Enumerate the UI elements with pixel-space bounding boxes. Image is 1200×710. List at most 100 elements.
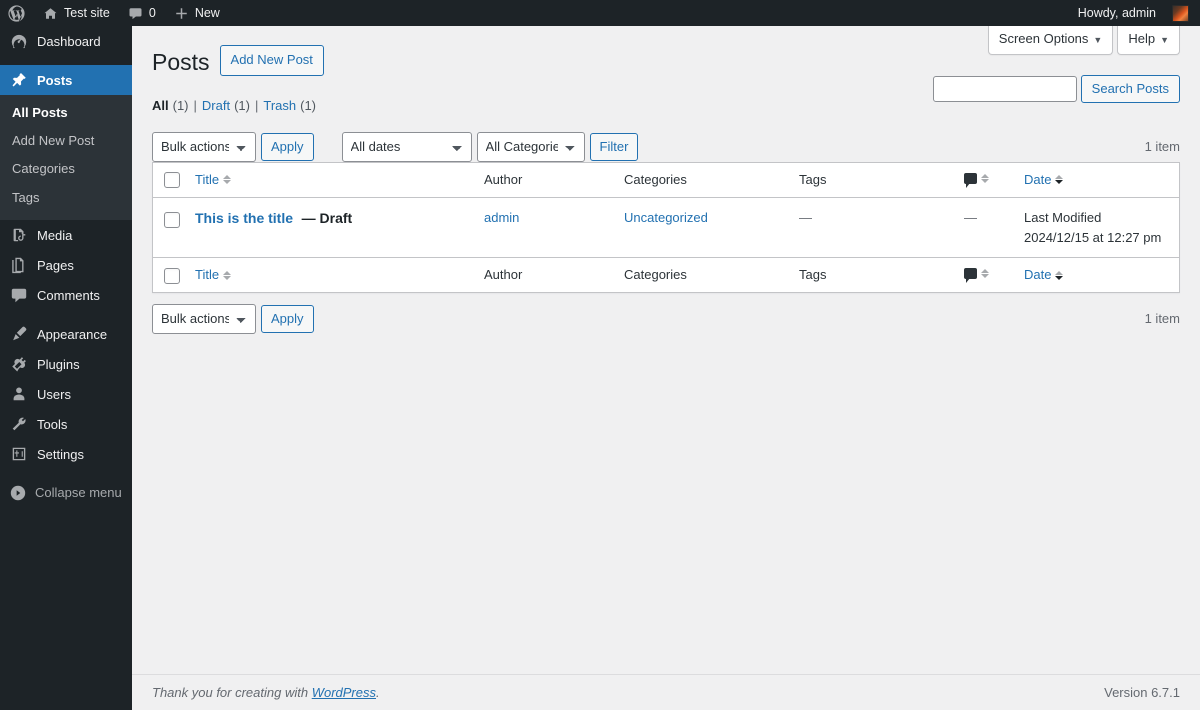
bulk-actions-select-top[interactable]: Bulk actions (152, 131, 256, 162)
column-footer-author: Author (474, 257, 614, 292)
view-link-draft[interactable]: Draft (202, 93, 230, 119)
sidebar-item-posts[interactable]: Posts (0, 65, 140, 95)
screen-meta-links: Screen Options ▼ Help ▼ (987, 26, 1180, 55)
screen-options-button[interactable]: Screen Options ▼ (987, 26, 1114, 55)
row-checkbox[interactable] (164, 211, 180, 228)
sidebar-item-dashboard[interactable]: Dashboard (0, 26, 132, 56)
collapse-menu-button[interactable]: Collapse menu (0, 478, 132, 508)
search-posts-button[interactable]: Search Posts (1080, 75, 1180, 103)
select-all-header (153, 163, 185, 199)
column-label: Date (1024, 171, 1052, 187)
help-button[interactable]: Help ▼ (1117, 26, 1180, 55)
column-header-title: Title (185, 163, 474, 199)
sidebar-subitem-label: Categories (12, 161, 75, 177)
table-footer-row: Title Author Categories Tags Date (153, 257, 1179, 292)
sort-comments-link-bottom[interactable] (964, 268, 989, 284)
sidebar-item-appearance[interactable]: Appearance (0, 319, 132, 349)
select-all-checkbox-top[interactable] (164, 172, 180, 189)
sort-indicator-icon (1055, 175, 1064, 185)
column-label: Date (1024, 267, 1052, 283)
sort-indicator-icon (1055, 270, 1064, 280)
comments-bubble-menu[interactable]: 0 (119, 0, 165, 26)
sidebar-separator (0, 310, 132, 319)
sort-title-link-top[interactable]: Title (195, 171, 232, 189)
filter-button[interactable]: Filter (589, 132, 639, 161)
sort-date-link-bottom[interactable]: Date (1024, 266, 1064, 284)
view-link-all[interactable]: All (152, 93, 169, 119)
wordpress-link[interactable]: WordPress (312, 685, 376, 700)
site-name-menu[interactable]: Test site (34, 0, 119, 26)
sidebar-item-plugins[interactable]: Plugins (0, 349, 132, 379)
column-label: Tags (799, 267, 827, 283)
column-footer-comments (954, 257, 1014, 292)
apply-button-bottom[interactable]: Apply (261, 305, 314, 334)
sidebar-subitem-tags[interactable]: Tags (0, 184, 132, 212)
view-divider: | (193, 97, 197, 113)
column-header-tags: Tags (789, 163, 954, 199)
bulk-actions-select-bottom[interactable]: Bulk actions (152, 304, 256, 335)
sidebar-subitem-add-new-post[interactable]: Add New Post (0, 127, 132, 155)
view-count-draft: (1) (234, 97, 250, 113)
howdy-label: Howdy, admin (1077, 6, 1156, 20)
admin-bar-spacer (229, 0, 1069, 26)
sidebar-item-settings[interactable]: Settings (0, 439, 132, 469)
row-title-cell: This is the title — Draft (185, 198, 474, 257)
footer-thanks-suffix: . (376, 685, 380, 700)
sidebar-item-media[interactable]: Media (0, 220, 132, 250)
column-footer-title: Title (185, 257, 474, 292)
bulk-actions-group-bottom: Bulk actions Apply (152, 304, 314, 335)
my-account-menu[interactable]: Howdy, admin (1069, 0, 1200, 26)
sort-comments-link-top[interactable] (964, 172, 989, 188)
sidebar-subitem-label: Add New Post (12, 133, 95, 149)
post-tags-value: — (799, 210, 812, 226)
wp-logo-menu[interactable] (0, 0, 34, 26)
comments-icon (9, 285, 29, 305)
sidebar-item-label: Tools (37, 416, 68, 432)
sidebar-item-label: Posts (37, 73, 73, 88)
sidebar-item-label: Appearance (37, 326, 108, 342)
sidebar-item-tools[interactable]: Tools (0, 409, 132, 439)
post-state-label: — Draft (301, 210, 353, 227)
plugins-plug-icon (9, 354, 29, 374)
post-date-label: Last Modified (1024, 210, 1102, 226)
sidebar-item-label: Pages (37, 257, 74, 273)
select-all-footer (153, 257, 185, 292)
sidebar-item-comments[interactable]: Comments (0, 280, 132, 310)
sidebar-subitem-categories[interactable]: Categories (0, 155, 132, 183)
sort-title-link-bottom[interactable]: Title (195, 266, 232, 284)
posts-table-body: This is the title — Draft admin Uncatego… (153, 198, 1179, 258)
search-input[interactable] (932, 76, 1077, 102)
post-date-value: 2024/12/15 at 12:27 pm (1024, 229, 1162, 245)
add-new-post-button[interactable]: Add New Post (219, 44, 324, 77)
comment-bubble-icon (964, 268, 977, 284)
sidebar-subitem-all-posts[interactable]: All Posts (0, 99, 132, 127)
view-count-all: (1) (172, 97, 189, 113)
date-filter-select[interactable]: All dates (341, 131, 472, 162)
sort-indicator-icon (223, 270, 232, 280)
post-category-link[interactable]: Uncategorized (624, 210, 708, 225)
sort-date-link-top[interactable]: Date (1024, 171, 1064, 189)
new-label: New (194, 6, 220, 20)
view-link-trash[interactable]: Trash (263, 93, 296, 119)
site-name-label: Test site (64, 6, 110, 20)
admin-footer: Thank you for creating with WordPress. V… (132, 674, 1200, 710)
tablenav-bottom: Bulk actions Apply 1 item (152, 304, 1180, 335)
table-row: This is the title — Draft admin Uncatego… (153, 198, 1179, 258)
new-content-menu[interactable]: New (165, 0, 229, 26)
sidebar-item-label: Plugins (37, 356, 80, 372)
sidebar-item-pages[interactable]: Pages (0, 250, 132, 280)
wordpress-logo-icon (8, 4, 25, 22)
post-author-link[interactable]: admin (484, 210, 519, 225)
sidebar-item-label: Media (37, 227, 73, 243)
avatar (1172, 4, 1189, 22)
category-filter-select[interactable]: All Categories (476, 131, 585, 162)
post-title-link[interactable]: This is the title (195, 210, 293, 226)
select-all-checkbox-bottom[interactable] (164, 267, 180, 284)
row-select-cell (153, 198, 185, 257)
main-content-area: Screen Options ▼ Help ▼ Posts Add New Post… (132, 26, 1200, 710)
displaying-num-bottom: 1 item (1144, 311, 1180, 327)
admin-sidebar-menu: Dashboard Posts All Posts Add New Post C… (0, 26, 140, 710)
search-box: Search Posts (932, 75, 1180, 103)
sidebar-item-users[interactable]: Users (0, 379, 132, 409)
apply-button-top[interactable]: Apply (261, 132, 314, 161)
